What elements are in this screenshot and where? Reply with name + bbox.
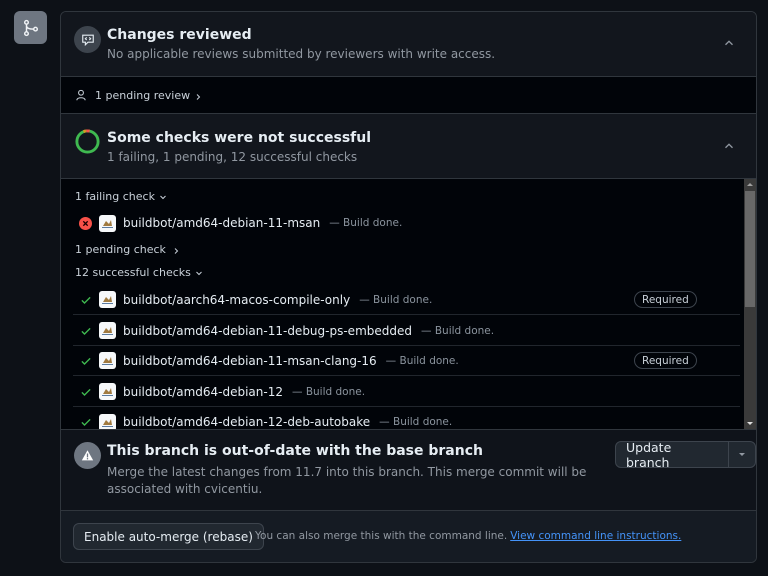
scroll-up-arrow-icon[interactable] — [747, 183, 753, 186]
check-name[interactable]: buildbot/amd64-debian-11-debug-ps-embedd… — [123, 324, 412, 338]
success-check-icon — [79, 324, 92, 337]
check-description: — Build done. — [329, 217, 403, 229]
success-check-icon — [79, 416, 92, 429]
buildbot-logo-icon — [99, 291, 116, 308]
check-description: — Build done. — [421, 324, 495, 337]
enable-auto-merge-button[interactable]: Enable auto-merge (rebase) — [73, 523, 264, 550]
chevron-up-icon[interactable] — [722, 36, 736, 50]
buildbot-logo-icon — [99, 214, 116, 232]
successful-checks-toggle[interactable]: 12 successful checks — [75, 266, 203, 279]
git-merge-icon-box — [14, 11, 47, 44]
success-check-icon — [79, 293, 92, 306]
merge-helper-label: You can also merge this with the command… — [255, 530, 508, 542]
check-row-success[interactable]: buildbot/amd64-debian-12 — Build done. — [73, 377, 740, 407]
buildbot-logo-icon — [99, 413, 116, 429]
chevron-right-icon — [196, 93, 201, 100]
check-name[interactable]: buildbot/aarch64-macos-compile-only — [123, 293, 350, 307]
checks-title: Some checks were not successful — [107, 130, 372, 146]
update-branch-button-group: Update branch — [615, 441, 756, 468]
code-review-icon — [81, 34, 94, 46]
check-name[interactable]: buildbot/amd64-debian-12-deb-autobake — [123, 415, 370, 429]
branch-status-description: Merge the latest changes from 11.7 into … — [107, 465, 587, 496]
checks-subtitle: 1 failing, 1 pending, 12 successful chec… — [107, 150, 358, 164]
successful-checks-label: 12 successful checks — [75, 266, 191, 279]
required-badge: Required — [634, 352, 697, 369]
buildbot-logo-icon — [99, 352, 116, 369]
failing-checks-toggle[interactable]: 1 failing check — [75, 190, 167, 203]
success-check-icon — [79, 385, 92, 398]
update-branch-button[interactable]: Update branch — [616, 442, 730, 467]
person-icon — [76, 89, 86, 101]
chevron-down-icon — [196, 271, 202, 275]
failure-x-icon — [79, 216, 92, 230]
chevron-up-icon[interactable] — [722, 139, 736, 153]
branch-status-title: This branch is out-of-date with the base… — [107, 443, 483, 459]
checks-scrollbar[interactable] — [744, 179, 756, 429]
buildbot-logo-icon — [99, 383, 116, 400]
pending-checks-label: 1 pending check — [75, 243, 166, 256]
success-check-icon — [79, 354, 92, 367]
checks-status-ring — [74, 128, 101, 155]
check-description: — Build done. — [359, 293, 433, 306]
pending-review-label: 1 pending review — [95, 88, 191, 102]
update-branch-options-button[interactable] — [729, 442, 755, 467]
git-merge-icon — [23, 19, 38, 36]
command-line-instructions-link[interactable]: View command line instructions. — [510, 530, 681, 542]
reviews-title: Changes reviewed — [107, 27, 252, 43]
pending-review-toggle[interactable]: 1 pending review — [61, 77, 756, 113]
check-row-failing[interactable]: buildbot/amd64-debian-11-msan — Build do… — [73, 208, 740, 238]
merge-box: Changes reviewed No applicable reviews s… — [60, 11, 757, 563]
branch-status-section: This branch is out-of-date with the base… — [61, 429, 756, 511]
check-name[interactable]: buildbot/amd64-debian-11-msan-clang-16 — [123, 354, 377, 368]
scroll-down-arrow-icon[interactable] — [747, 422, 753, 425]
scroll-thumb[interactable] — [745, 191, 755, 307]
chevron-right-icon — [174, 248, 179, 254]
check-row-success[interactable]: buildbot/amd64-debian-12-deb-autobake — … — [73, 407, 740, 429]
alert-icon-circle — [74, 442, 101, 469]
check-row-success[interactable]: buildbot/aarch64-macos-compile-only — Bu… — [73, 285, 740, 315]
merge-footer: Enable auto-merge (rebase) You can also … — [61, 511, 756, 562]
buildbot-logo-icon — [99, 322, 116, 339]
required-badge: Required — [634, 291, 697, 308]
checks-ring-icon — [75, 129, 100, 154]
failing-checks-label: 1 failing check — [75, 190, 155, 203]
reviews-section-header[interactable]: Changes reviewed No applicable reviews s… — [61, 12, 756, 77]
chevron-down-icon — [160, 195, 166, 199]
reviews-subtitle: No applicable reviews submitted by revie… — [107, 47, 496, 61]
review-icon-circle — [74, 26, 101, 53]
check-description: — Build done. — [379, 416, 453, 428]
check-name[interactable]: buildbot/amd64-debian-12 — [123, 385, 283, 399]
checks-list: 1 failing check buildbot/amd64-debian-11… — [61, 179, 756, 429]
check-description: — Build done. — [291, 385, 366, 398]
check-name[interactable]: buildbot/amd64-debian-11-msan — [123, 216, 320, 230]
alert-icon — [81, 450, 94, 461]
check-row-success[interactable]: buildbot/amd64-debian-11-msan-clang-16 —… — [73, 346, 740, 376]
merge-helper-text: You can also merge this with the command… — [255, 530, 681, 542]
check-row-success[interactable]: buildbot/amd64-debian-11-debug-ps-embedd… — [73, 316, 740, 346]
caret-down-icon — [739, 453, 746, 456]
pending-checks-toggle[interactable]: 1 pending check — [75, 243, 180, 256]
check-description: — Build done. — [385, 354, 459, 367]
checks-section-header[interactable]: Some checks were not successful 1 failin… — [61, 113, 756, 179]
